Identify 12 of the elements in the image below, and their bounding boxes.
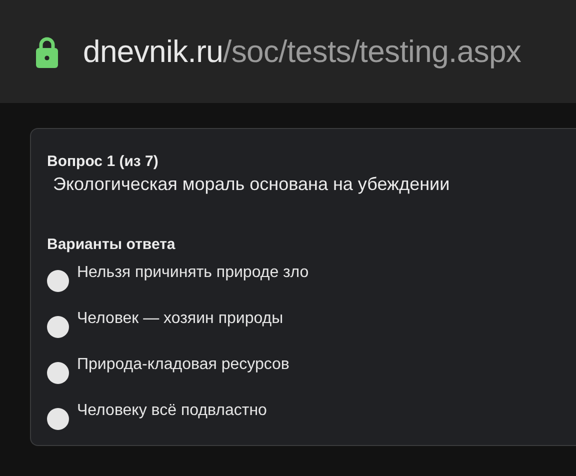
- question-text: Экологическая мораль основана на убеждении: [53, 174, 450, 195]
- answers-heading: Варианты ответа: [47, 236, 176, 253]
- url-field[interactable]: dnevnik.ru/soc/tests/testing.aspx: [83, 34, 522, 70]
- radio-button[interactable]: [47, 316, 69, 338]
- option-label[interactable]: Человек — хозяин природы: [77, 309, 284, 329]
- option-label[interactable]: Человеку всё подвластно: [77, 401, 267, 421]
- radio-button[interactable]: [47, 270, 69, 292]
- radio-button[interactable]: [47, 362, 69, 384]
- option-label[interactable]: Нельзя причинять природе зло: [77, 263, 309, 283]
- option-label[interactable]: Природа-кладовая ресурсов: [77, 355, 290, 375]
- question-number: Вопрос 1 (из 7): [47, 153, 158, 170]
- radio-button[interactable]: [47, 408, 69, 430]
